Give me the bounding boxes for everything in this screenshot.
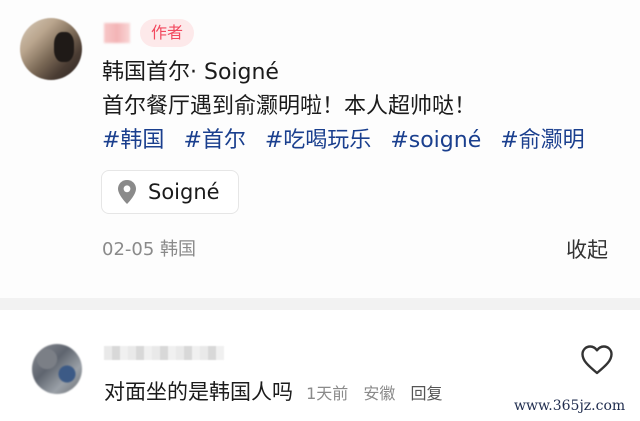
section-divider (0, 298, 640, 310)
watermark: www.365jz.com (514, 398, 626, 414)
comment-region: 安徽 (363, 384, 396, 403)
location-chip[interactable]: Soigné (101, 170, 239, 214)
hashtag-link[interactable]: #吃喝玩乐 (265, 128, 371, 153)
post-date-location: 02-05 韩国 (102, 239, 197, 260)
author-avatar[interactable] (20, 18, 82, 80)
post-card: 作者 韩国首尔· Soigné 首尔餐厅遇到俞灏明啦！本人超帅哒！ #韩国 #首… (0, 0, 640, 298)
commenter-avatar[interactable] (32, 344, 82, 394)
post-title: 韩国首尔· Soigné (102, 60, 279, 85)
hashtag-link[interactable]: #首尔 (183, 128, 245, 153)
collapse-button[interactable]: 收起 (566, 236, 608, 264)
hashtag-link[interactable]: #俞灏明 (500, 128, 584, 153)
comment-row: 对面坐的是韩国人吗 1天前 安徽 回复 (104, 378, 443, 408)
hashtag-link[interactable]: #韩国 (102, 128, 164, 153)
reply-button[interactable]: 回复 (410, 384, 442, 403)
post-body: 首尔餐厅遇到俞灏明啦！本人超帅哒！ (102, 94, 477, 119)
hashtag-list: #韩国 #首尔 #吃喝玩乐 #soigné #俞灏明 (102, 126, 585, 156)
heart-icon[interactable] (580, 344, 614, 376)
author-username-redacted[interactable] (104, 23, 130, 43)
comment-text: 对面坐的是韩国人吗 (104, 380, 293, 404)
comment-time: 1天前 (306, 384, 349, 403)
commenter-username-redacted[interactable] (104, 346, 224, 360)
location-pin-icon (118, 180, 136, 204)
author-badge: 作者 (140, 19, 194, 47)
location-label: Soigné (148, 180, 220, 204)
hashtag-link[interactable]: #soigné (390, 128, 481, 153)
